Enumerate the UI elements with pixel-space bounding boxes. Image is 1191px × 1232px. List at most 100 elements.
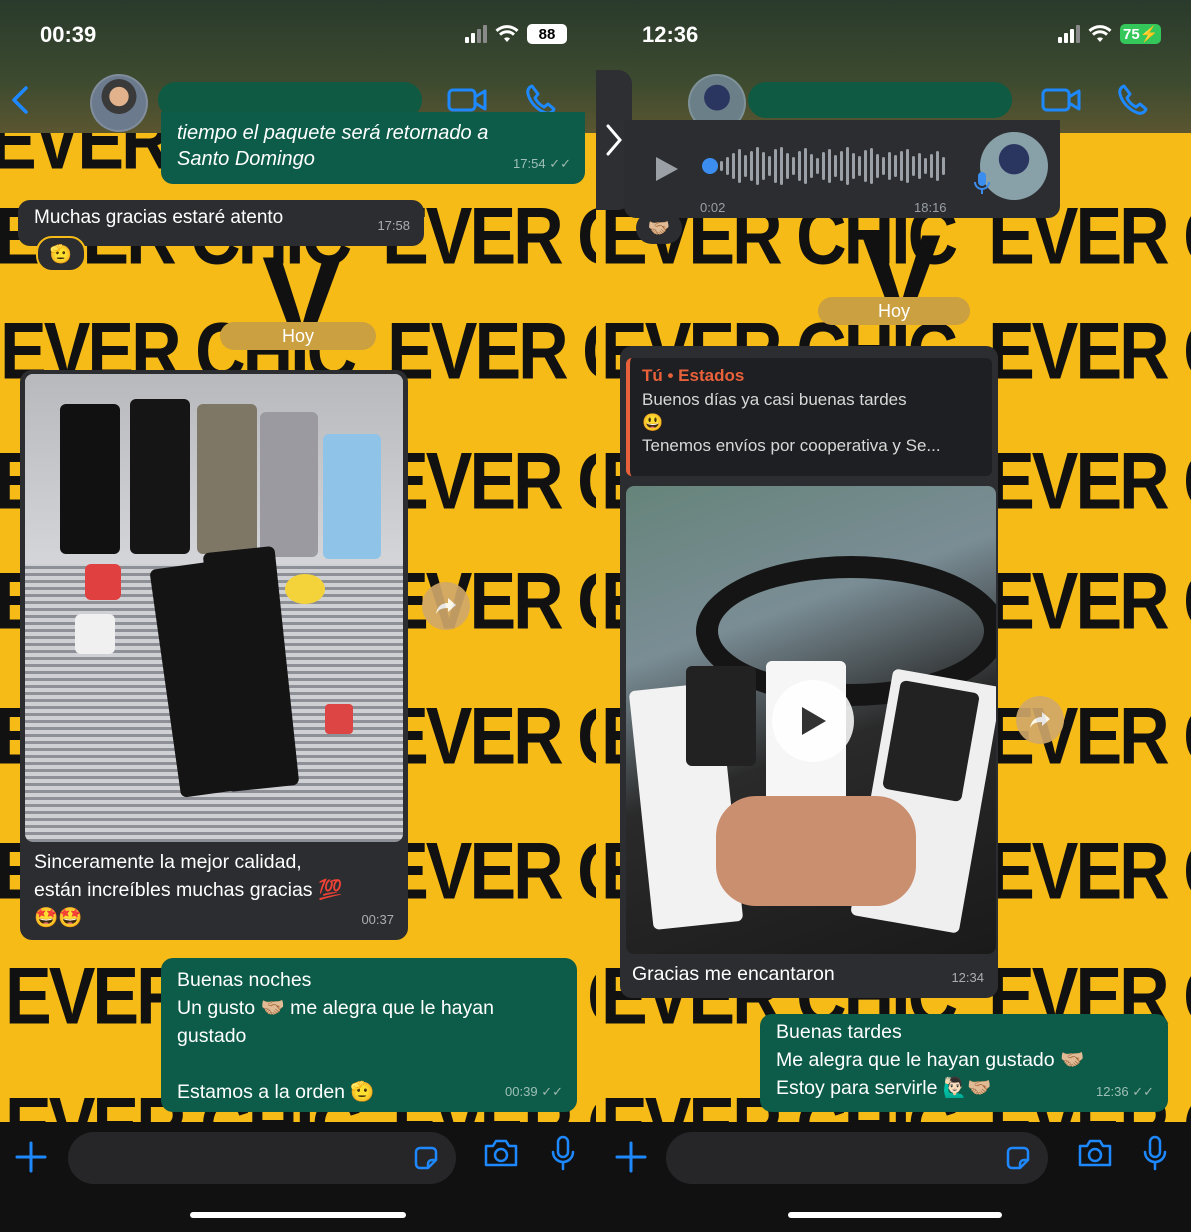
chevron-left-icon[interactable] [8, 84, 32, 116]
message-time: 17:54 ✓✓ [513, 156, 571, 171]
contact-name[interactable] [748, 82, 1012, 118]
message-input[interactable] [68, 1132, 456, 1184]
plus-icon[interactable] [14, 1140, 48, 1174]
plus-icon[interactable] [614, 1140, 648, 1174]
sock-image [130, 399, 190, 554]
wifi-icon [1088, 25, 1112, 42]
voice-message[interactable]: 0:02 18:16 [624, 120, 1060, 218]
message-text: gustado [177, 1025, 247, 1047]
sticker-icon[interactable] [412, 1144, 440, 1172]
message-time: 00:37 [361, 912, 394, 927]
video-camera-icon[interactable] [1040, 82, 1082, 118]
voice-waveform [720, 146, 945, 186]
play-icon[interactable] [772, 680, 854, 762]
message-text: Buenas tardes [776, 1021, 902, 1043]
waveform-bar [894, 155, 897, 177]
waveform-bar [858, 156, 861, 176]
message-text: Buenas noches [177, 969, 312, 991]
status-icons: 75 ⚡ [1058, 24, 1162, 44]
right-phone-screen: EVER CHIC EVER CHIC V EVER CHIC EVER CHI… [596, 0, 1191, 1232]
camera-icon[interactable] [482, 1136, 520, 1170]
wifi-icon [495, 25, 519, 42]
message-text: Sinceramente la mejor calidad, están inc… [34, 851, 343, 929]
message-text: Estamos a la orden 🫡 [177, 1081, 375, 1103]
waveform-bar [936, 151, 939, 181]
waveform-bar [870, 148, 873, 184]
message-input[interactable] [666, 1132, 1048, 1184]
microphone-icon [974, 172, 990, 194]
status-time: 00:39 [40, 22, 97, 47]
waveform-bar [786, 153, 789, 179]
phone-icon[interactable] [1114, 82, 1156, 118]
quote-author: Tú • Estados [642, 366, 745, 385]
message-text: Muchas gracias estaré atento [34, 207, 284, 228]
chat-header: 12:36 75 ⚡ [596, 0, 1191, 133]
waveform-bar [840, 151, 843, 181]
waveform-bar [942, 157, 945, 175]
waveform-bar [912, 156, 915, 176]
microphone-icon[interactable] [548, 1134, 578, 1172]
sticker-image [85, 564, 121, 600]
waveform-bar [726, 157, 729, 175]
quote-text: Tenemos envíos por cooperativa y Se... [642, 436, 941, 455]
sticker-image [75, 614, 115, 654]
waveform-bar [918, 153, 921, 179]
message-time: 12:34 [951, 970, 984, 985]
home-indicator [788, 1212, 1002, 1218]
message-text: Me alegra que le hayan gustado 🤝🏼 [776, 1049, 1085, 1071]
photo-attachment[interactable] [25, 374, 403, 842]
sock-image [323, 434, 381, 559]
waveform-bar [792, 157, 795, 175]
voice-duration: 0:02 [700, 200, 726, 215]
waveform-bar [816, 158, 819, 174]
message-text: Gracias me encantaron [632, 963, 835, 985]
avatar[interactable] [90, 74, 148, 132]
reaction-badge[interactable]: 🫡 [36, 236, 86, 272]
reaction-badge[interactable]: 🤝🏼 [636, 212, 682, 244]
waveform-bar [750, 151, 753, 181]
sticker-image [285, 574, 325, 604]
left-phone-screen: EVER C EVER CHIC EVER CHIC V EVER CHIC E… [0, 0, 596, 1232]
battery-indicator: 75 ⚡ [1120, 24, 1162, 44]
hand-image [716, 796, 916, 906]
waveform-bar [804, 148, 807, 184]
camera-icon[interactable] [1076, 1136, 1114, 1170]
waveform-bar [900, 151, 903, 181]
waveform-bar [720, 161, 723, 171]
sticker-icon[interactable] [1004, 1144, 1032, 1172]
waveform-bar [798, 151, 801, 181]
message-time: 12:36 ✓✓ [1096, 1084, 1154, 1099]
message-outgoing[interactable]: Buenas tardes Me alegra que le hayan gus… [760, 1014, 1168, 1112]
video-attachment[interactable] [626, 486, 996, 954]
sock-image [60, 404, 120, 554]
waveform-bar [744, 155, 747, 177]
sock-image [260, 412, 318, 557]
signal-icon [465, 25, 487, 43]
message-incoming-photo[interactable]: Sinceramente la mejor calidad, están inc… [20, 370, 408, 940]
waveform-bar [774, 149, 777, 183]
message-time: 17:58 [377, 218, 410, 233]
waveform-bar [738, 149, 741, 183]
signal-icon [1058, 25, 1080, 43]
message-time: 18:16 [914, 200, 947, 215]
waveform-bar [762, 152, 765, 180]
playback-scrubber[interactable] [702, 158, 718, 174]
chevron-right-icon[interactable] [604, 122, 624, 158]
forward-icon[interactable] [1016, 696, 1064, 744]
waveform-bar [846, 147, 849, 185]
waveform-bar [828, 149, 831, 183]
quote-text: 😃 [642, 413, 664, 432]
message-outgoing[interactable]: tiempo el paquete será retornado a Santo… [161, 112, 585, 184]
date-separator: Hoy [220, 322, 376, 350]
sticker-image [325, 704, 353, 734]
forward-icon[interactable] [422, 582, 470, 630]
sender-avatar [980, 132, 1048, 200]
message-outgoing[interactable]: Buenas noches Un gusto 🤝🏼 me alegra que … [161, 958, 577, 1112]
quoted-status[interactable]: Tú • Estados Buenos días ya casi buenas … [626, 358, 992, 476]
play-icon[interactable] [652, 154, 680, 184]
message-incoming-video[interactable]: Tú • Estados Buenos días ya casi buenas … [620, 346, 998, 998]
battery-indicator: 88 [527, 24, 567, 44]
tag-image [686, 666, 756, 766]
waveform-bar [834, 155, 837, 177]
microphone-icon[interactable] [1140, 1134, 1170, 1172]
